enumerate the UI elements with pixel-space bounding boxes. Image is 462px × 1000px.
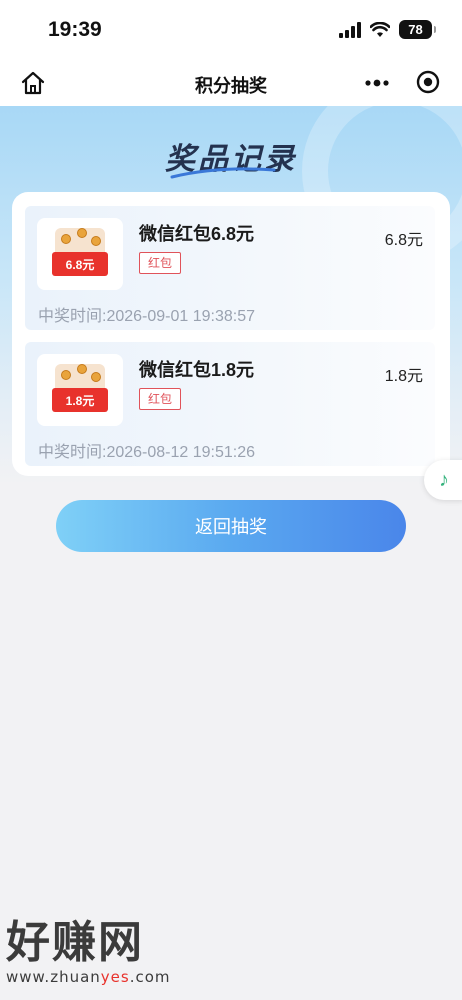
more-dots-icon[interactable] [364,72,390,94]
cellular-signal-icon [339,21,361,38]
watermark-url-part: .com [129,968,171,986]
return-to-lottery-button[interactable]: 返回抽奖 [56,500,406,552]
envelope-label: 6.8元 [52,252,108,276]
coin-icon [77,364,87,374]
prize-item[interactable]: 6.8元 微信红包6.8元 红包 6.8元 中奖时间:2026-09-01 19… [25,206,435,330]
watermark-url-highlight: yes [100,968,130,986]
page-title: 积分抽奖 [195,76,267,96]
status-bar: 19:39 78 [0,0,462,60]
watermark-main: 好赚网 [6,917,144,968]
envelope-label: 1.8元 [52,388,108,412]
music-note-icon: ♪ [439,468,449,491]
watermark-url: www.zhuanyes.com [6,968,196,986]
prize-type-tag: 红包 [139,252,182,274]
coin-icon [61,234,71,244]
music-toggle-button[interactable]: ♪ [424,460,462,500]
watermark-url-part: www.zhuan [6,968,101,986]
coin-icon [61,370,71,380]
wifi-icon [370,21,390,37]
prize-amount: 1.8元 [384,368,423,385]
watermark-logo: 好赚网 www.zhuanyes.com [6,918,196,990]
coin-icon [77,228,87,238]
prize-name: 微信红包1.8元 [139,360,255,380]
red-envelope-thumbnail: 1.8元 [37,354,123,426]
win-time: 中奖时间:2026-09-01 19:38:57 [38,308,256,325]
battery-indicator: 78 [399,20,436,39]
coin-icon [91,236,101,246]
prize-type-tag: 红包 [139,388,182,410]
status-time: 19:39 [48,18,102,41]
prize-record-card: 6.8元 微信红包6.8元 红包 6.8元 中奖时间:2026-09-01 19… [12,192,450,476]
win-time: 中奖时间:2026-08-12 19:51:26 [38,444,256,461]
title-swoosh [170,167,276,179]
red-envelope-thumbnail: 6.8元 [37,218,123,290]
prize-name: 微信红包6.8元 [139,224,255,244]
status-icons: 78 [339,20,436,39]
coin-icon [91,372,101,382]
nav-bar: 积分抽奖 [0,60,462,106]
prize-item[interactable]: 1.8元 微信红包1.8元 红包 1.8元 中奖时间:2026-08-12 19… [25,342,435,466]
prize-amount: 6.8元 [384,232,423,249]
record-circle-icon[interactable] [416,70,440,94]
